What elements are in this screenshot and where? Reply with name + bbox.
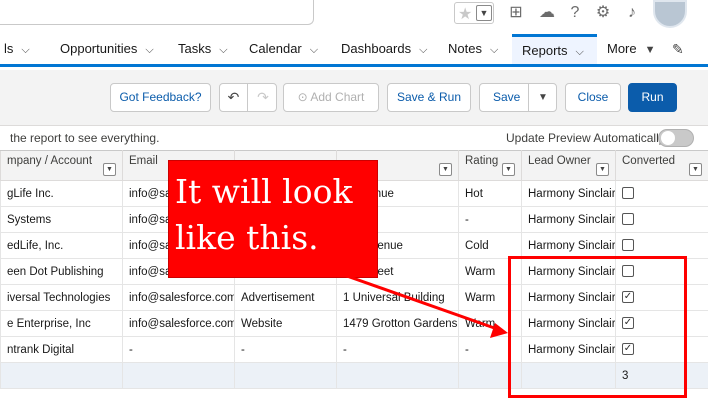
column-menu-icon[interactable]: ▼ xyxy=(596,163,609,176)
nav-item-leads[interactable]: ls ⌵ xyxy=(4,34,30,64)
add-icon[interactable]: ⊞ xyxy=(507,4,525,22)
chevron-down-icon[interactable]: ⌵ xyxy=(21,35,29,65)
cell-lead-owner: Harmony Sinclair xyxy=(521,206,616,233)
save-and-run-button[interactable]: Save & Run xyxy=(387,83,471,112)
cell-company: Systems xyxy=(0,206,123,233)
cell-lead-source: Advertisement xyxy=(234,284,337,311)
undo-icon[interactable]: ↶ xyxy=(220,84,248,111)
column-menu-icon[interactable]: ▼ xyxy=(103,163,116,176)
chevron-down-icon[interactable]: ⌵ xyxy=(310,35,318,65)
chevron-down-icon[interactable]: ⌵ xyxy=(490,35,498,65)
column-menu-icon[interactable]: ▼ xyxy=(439,163,452,176)
favorites-dropdown-icon[interactable]: ▼ xyxy=(476,5,492,21)
column-header-lead-owner[interactable]: Lead Owner ▼ xyxy=(521,150,616,181)
auto-preview-label: Update Preview Automatically xyxy=(506,131,665,145)
app-nav-bar: ls ⌵ Opportunities ⌵ Tasks ⌵ Calendar ⌵ Dash… xyxy=(0,34,708,67)
cell-email: info@salesforce.com xyxy=(122,310,235,337)
got-feedback-button[interactable]: Got Feedback? xyxy=(110,83,211,112)
column-menu-icon[interactable]: ▼ xyxy=(689,163,702,176)
cell-lead-source: Website xyxy=(234,310,337,337)
question-icon[interactable]: ? xyxy=(566,4,584,22)
annotation-line-2: like this. xyxy=(175,218,319,257)
chevron-down-icon[interactable]: ⌵ xyxy=(576,39,584,66)
cell-street: - xyxy=(336,336,459,363)
cell-company: ntrank Digital xyxy=(0,336,123,363)
global-header: ★ ▼ ⊞ ☁ ? ⚙ ♪ xyxy=(0,0,708,34)
cell-rating: Cold xyxy=(458,232,522,259)
favorites-group[interactable]: ★ ▼ xyxy=(454,2,494,24)
chevron-down-icon[interactable]: ⌵ xyxy=(145,35,153,65)
cell-company: e Enterprise, Inc xyxy=(0,310,123,337)
cell-email: info@salesforce.com xyxy=(122,284,235,311)
column-menu-icon[interactable]: ▼ xyxy=(502,163,515,176)
cell-lead-owner: Harmony Sinclair xyxy=(521,232,616,259)
annotation-callout: It will look like this. xyxy=(168,160,378,278)
redo-icon[interactable]: ↷ xyxy=(249,84,277,111)
nav-item-tasks[interactable]: Tasks ⌵ xyxy=(178,34,228,64)
converted-checkbox xyxy=(622,187,634,200)
converted-checkbox xyxy=(622,239,634,252)
report-builder-toolbar: Got Feedback? ↶ ↷ ⊙ Add Chart Save & Run… xyxy=(0,70,708,126)
cell-rating: - xyxy=(458,206,522,233)
nav-item-reports[interactable]: Reports ⌵ xyxy=(512,34,597,64)
cloud-help-icon[interactable]: ☁ xyxy=(538,4,556,22)
star-icon[interactable]: ★ xyxy=(458,4,472,24)
cell-company: gLife Inc. xyxy=(0,180,123,207)
converted-checkbox xyxy=(622,213,634,226)
cell-company: iversal Technologies xyxy=(0,284,123,311)
nav-item-calendar[interactable]: Calendar ⌵ xyxy=(249,34,318,64)
chevron-down-icon[interactable]: ⌵ xyxy=(219,35,227,65)
caret-down-icon[interactable]: ▼ xyxy=(645,35,656,65)
nav-item-dashboards[interactable]: Dashboards ⌵ xyxy=(341,34,427,64)
preview-info-strip: the report to see everything. Update Pre… xyxy=(0,126,708,150)
highlight-box xyxy=(508,256,687,398)
chevron-down-icon[interactable]: ⌵ xyxy=(419,35,427,65)
avatar[interactable] xyxy=(653,0,687,28)
cell-converted xyxy=(615,232,708,259)
auto-preview-toggle[interactable] xyxy=(658,129,694,147)
toggle-knob xyxy=(661,131,675,145)
chart-icon: ⊙ xyxy=(297,90,311,104)
preview-message: the report to see everything. xyxy=(10,131,160,145)
gear-icon[interactable]: ⚙ xyxy=(594,4,612,22)
save-options-dropdown[interactable]: ▼ xyxy=(528,84,557,111)
save-button[interactable]: Save xyxy=(493,90,520,104)
column-header-rating[interactable]: Rating ▼ xyxy=(458,150,522,181)
cell-converted xyxy=(615,180,708,207)
nav-item-opportunities[interactable]: Opportunities ⌵ xyxy=(60,34,154,64)
cell-rating: Hot xyxy=(458,180,522,207)
cell-lead-source: - xyxy=(234,336,337,363)
cell-converted xyxy=(615,206,708,233)
cell-lead-owner: Harmony Sinclair xyxy=(521,180,616,207)
pencil-icon[interactable]: ✎ xyxy=(672,41,684,58)
cell-company: edLife, Inc. xyxy=(0,232,123,259)
cell-company: een Dot Publishing xyxy=(0,258,123,285)
run-button[interactable]: Run xyxy=(628,83,677,112)
add-chart-button[interactable]: ⊙ Add Chart xyxy=(283,83,379,112)
undo-redo-group: ↶ ↷ xyxy=(219,83,277,112)
nav-item-more[interactable]: More ▼ xyxy=(607,34,656,64)
column-header-converted[interactable]: Converted ▼ xyxy=(615,150,708,181)
annotation-line-1: It will look xyxy=(175,172,353,211)
global-search-box[interactable] xyxy=(0,0,314,25)
nav-item-notes[interactable]: Notes ⌵ xyxy=(448,34,498,64)
column-header-company[interactable]: mpany / Account ▼ xyxy=(0,150,123,181)
cell-street: 1479 Grotton Gardens xyxy=(336,310,459,337)
bell-icon[interactable]: ♪ xyxy=(623,4,641,22)
save-button-group: Save ▼ xyxy=(479,83,557,112)
cell-street: 1 Universal Building xyxy=(336,284,459,311)
close-button[interactable]: Close xyxy=(565,83,621,112)
cell-email: - xyxy=(122,336,235,363)
